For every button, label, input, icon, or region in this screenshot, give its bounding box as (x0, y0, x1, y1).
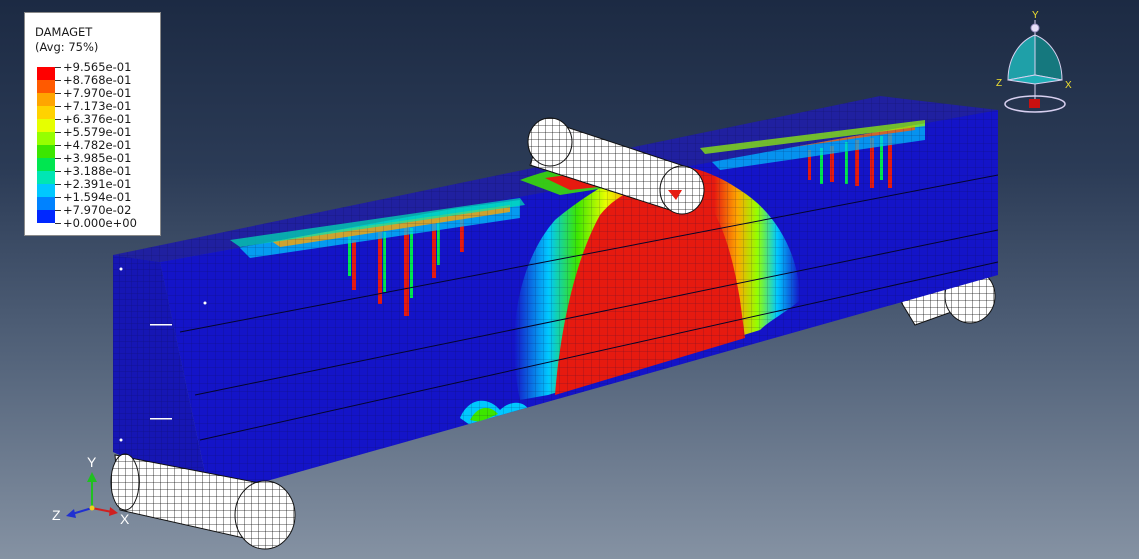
legend-tick (55, 93, 61, 94)
legend-tick (55, 67, 61, 68)
legend-value: +4.782e-01 (63, 138, 132, 152)
legend-tick (55, 132, 61, 133)
legend-swatch (37, 80, 55, 93)
legend-value: +1.594e-01 (63, 190, 132, 204)
legend-swatch (37, 171, 55, 184)
legend-value: +5.579e-01 (63, 125, 132, 139)
legend-swatch (37, 210, 55, 223)
legend-tick (55, 210, 61, 211)
legend-value: +0.000e+00 (63, 216, 137, 230)
legend-averaging: (Avg: 75%) (35, 40, 99, 54)
legend-tick (55, 106, 61, 107)
legend-swatch (37, 67, 55, 80)
legend-tick (55, 171, 61, 172)
legend-swatch (37, 184, 55, 197)
legend-value: +3.188e-01 (63, 164, 132, 178)
view-cube[interactable] (1004, 20, 1066, 113)
legend-swatch (37, 119, 55, 132)
legend-tick (55, 119, 61, 120)
triad-y-label: Y (87, 454, 97, 470)
legend-swatch (37, 145, 55, 158)
legend-variable-name: DAMAGET (35, 25, 93, 39)
legend-tick (55, 158, 61, 159)
legend-value: +2.391e-01 (63, 177, 132, 191)
coordinate-triad (66, 472, 118, 518)
legend-tick (55, 80, 61, 81)
legend-value: +8.768e-01 (63, 73, 132, 87)
legend-value: +6.376e-01 (63, 112, 132, 126)
legend-swatch (37, 197, 55, 210)
legend-value: +3.985e-01 (63, 151, 132, 165)
view-cube-z-label: Z (996, 78, 1002, 89)
legend-tick (55, 145, 61, 146)
legend-value: +7.970e-02 (63, 203, 132, 217)
legend-swatch (37, 158, 55, 171)
legend-value: +7.970e-01 (63, 86, 132, 100)
view-cube-y-label: Y (1032, 10, 1039, 21)
view-cube-x-label: X (1065, 80, 1072, 91)
triad-x-label: X (120, 511, 130, 527)
legend-swatch (37, 93, 55, 106)
legend-swatch (37, 106, 55, 119)
legend-swatch (37, 132, 55, 145)
legend-tick (55, 184, 61, 185)
legend-value: +9.565e-01 (63, 60, 132, 74)
legend-tick (55, 197, 61, 198)
model-viewport[interactable]: Y Z X Y Z X (0, 0, 1139, 559)
contour-legend[interactable]: DAMAGET (Avg: 75%) +9.565e-01 +8.768e-01 +… (24, 12, 161, 236)
legend-value: +7.173e-01 (63, 99, 132, 113)
legend-tick (55, 223, 61, 224)
triad-z-label: Z (52, 507, 61, 523)
